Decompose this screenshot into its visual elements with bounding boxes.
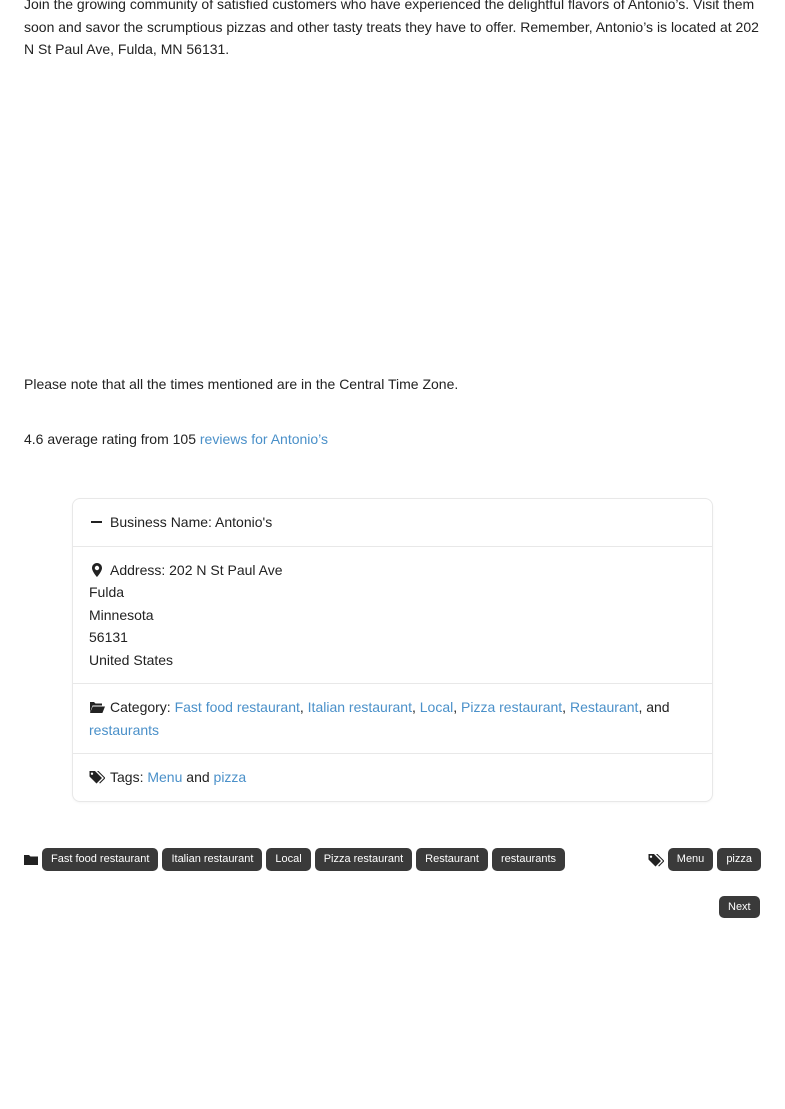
tags-icon: [647, 853, 664, 867]
category-link-restaurant[interactable]: Restaurant: [570, 699, 638, 715]
tag-link-pizza[interactable]: pizza: [214, 769, 247, 785]
category-pill[interactable]: restaurants: [491, 848, 566, 871]
timezone-note: Please note that all the times mentioned…: [24, 376, 459, 392]
rating-line: 4.6 average rating from 105 reviews for …: [24, 431, 328, 447]
tag-pill[interactable]: Menu: [667, 848, 714, 871]
address-zip: 56131: [89, 629, 128, 645]
folder-open-icon: [89, 700, 105, 714]
category-pills: Fast food restaurant Italian restaurant …: [24, 848, 566, 871]
address-city: Fulda: [89, 584, 125, 600]
tags-icon: [89, 770, 105, 784]
category-pill[interactable]: Local: [266, 848, 311, 871]
category-link-pizza[interactable]: Pizza restaurant: [461, 699, 562, 715]
tags-label: Tags:: [110, 769, 144, 785]
address-state: Minnesota: [89, 606, 154, 623]
address-line: Address: 202 N St Paul Ave: [110, 561, 283, 578]
rating-text: 4.6 average rating from 105: [24, 431, 196, 447]
tag-link-menu[interactable]: Menu: [147, 769, 182, 785]
category-link-fast-food[interactable]: Fast food restaurant: [175, 699, 300, 715]
tag-pills: Menu pizza: [647, 848, 761, 871]
intro-paragraph: Join the growing community of satisfied …: [24, 0, 759, 57]
category-pill[interactable]: Pizza restaurant: [314, 848, 413, 871]
post-taxonomy-bar: Fast food restaurant Italian restaurant …: [24, 848, 761, 872]
business-info-card: Business Name: Antonio's Address: 202 N …: [72, 498, 713, 802]
category-row: Category: Fast food restaurant, Italian …: [73, 683, 712, 753]
category-link-local[interactable]: Local: [420, 699, 453, 715]
category-pill[interactable]: Fast food restaurant: [42, 848, 159, 871]
reviews-link[interactable]: reviews for Antonio’s: [200, 431, 328, 447]
category-pill[interactable]: Italian restaurant: [162, 848, 263, 871]
category-link-restaurants[interactable]: restaurants: [89, 722, 159, 738]
folder-icon: [24, 853, 38, 867]
map-marker-icon: [89, 562, 105, 577]
tag-pill[interactable]: pizza: [717, 848, 761, 871]
category-and: , and: [638, 699, 670, 715]
category-pill[interactable]: Restaurant: [416, 848, 488, 871]
category-label: Category:: [110, 699, 171, 715]
address-row: Address: 202 N St Paul Ave Fulda Minneso…: [73, 545, 712, 684]
minus-icon: [89, 515, 105, 529]
address-country: United States: [89, 651, 174, 668]
next-post-button[interactable]: Next: [719, 896, 760, 918]
business-name-row[interactable]: Business Name: Antonio's: [73, 499, 712, 546]
category-link-italian[interactable]: Italian restaurant: [308, 699, 412, 715]
business-name: Business Name: Antonio's: [110, 514, 273, 530]
tags-row: Tags: Menu and pizza: [73, 753, 712, 801]
tags-and: and: [186, 769, 210, 785]
